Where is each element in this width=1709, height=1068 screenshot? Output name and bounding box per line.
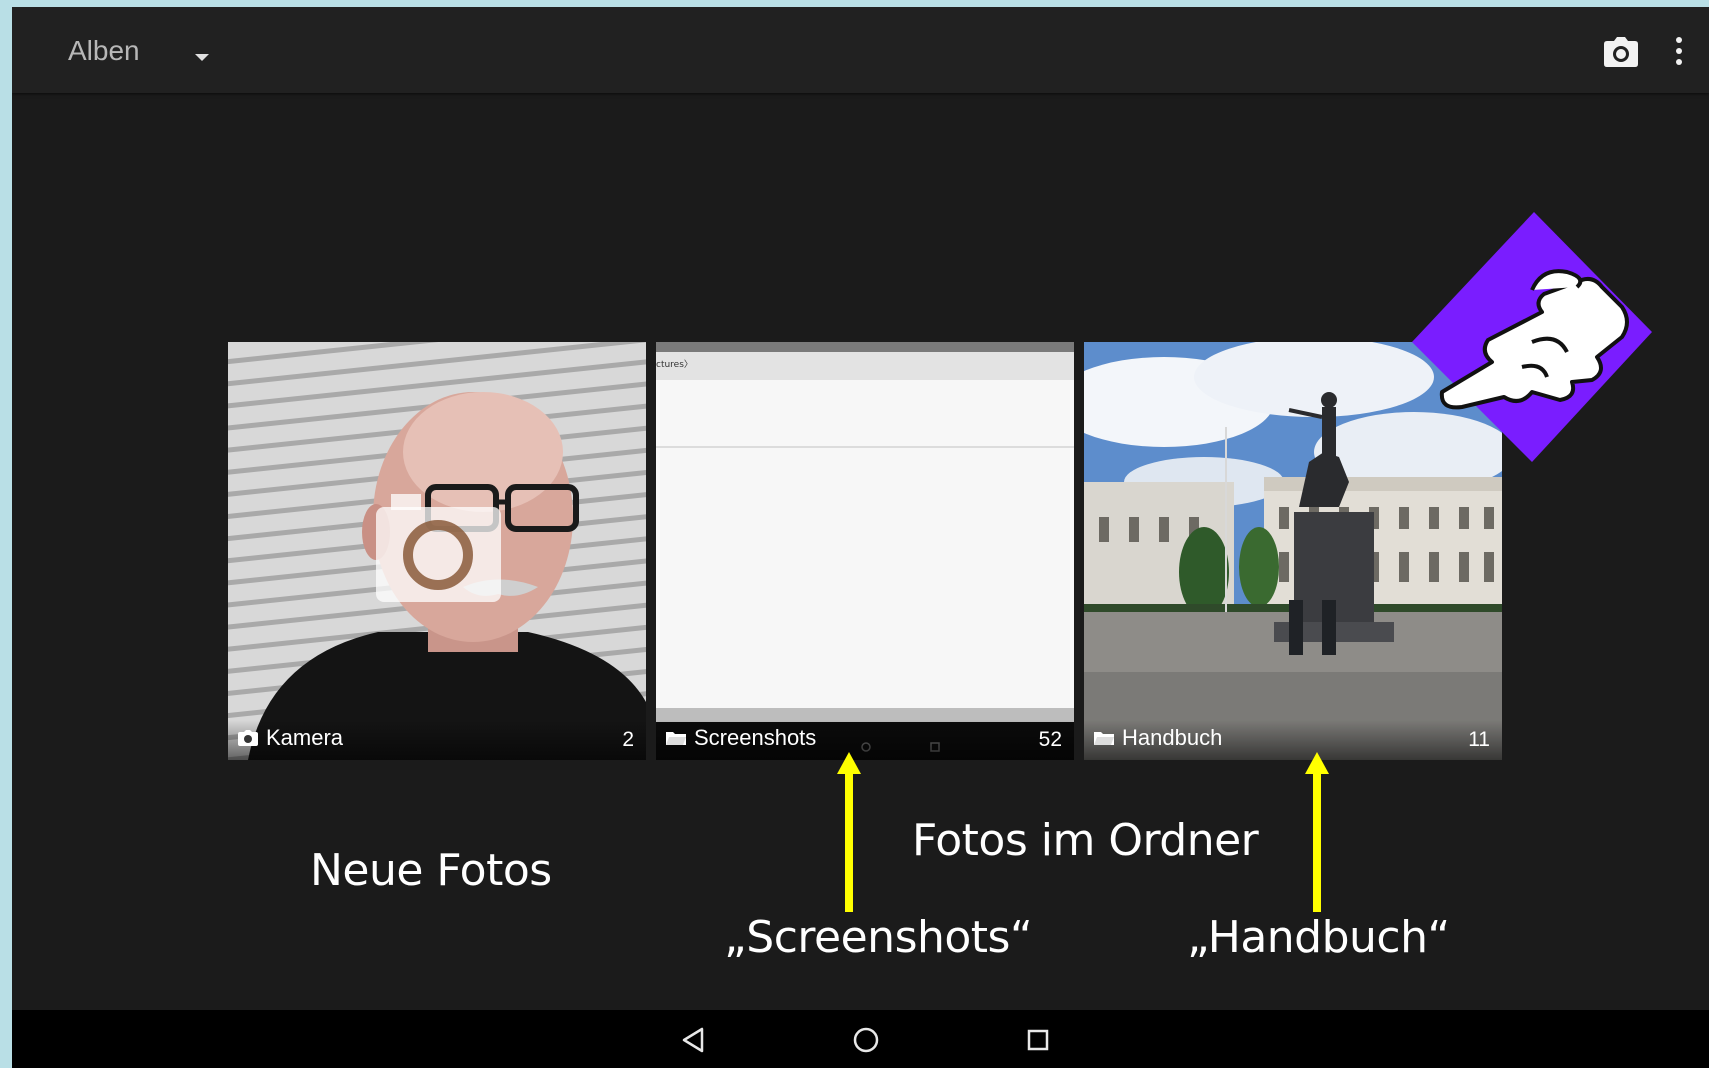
arrow-up-icon [837, 752, 861, 912]
more-vert-icon[interactable] [1672, 35, 1686, 67]
tablet-screen: Alben Kamera 2 ctures〉 Screenshots 52 Ha… [12, 7, 1709, 1068]
recents-square-icon[interactable] [1022, 1024, 1054, 1056]
album-name: Screenshots [694, 725, 817, 750]
album-count: 2 [622, 728, 634, 751]
selfie-photo-thumbnail [228, 342, 646, 760]
thumbnail-breadcrumb-text: ctures〉 [656, 360, 693, 370]
annotation-photos-in-folder: Fotos im Ordner [912, 815, 1259, 866]
folder-icon [666, 732, 686, 745]
pointing-hand-icon [1412, 212, 1652, 462]
system-navigation-bar [12, 1010, 1709, 1068]
back-triangle-icon[interactable] [678, 1024, 710, 1056]
album-selector-title[interactable]: Alben [68, 35, 140, 67]
annotation-new-photos: Neue Fotos [310, 845, 552, 896]
camera-icon[interactable] [1604, 37, 1638, 67]
album-count: 11 [1468, 728, 1490, 751]
folder-icon [1094, 732, 1114, 745]
app-bar: Alben [12, 7, 1709, 93]
album-caption: Kamera 2 [228, 720, 646, 760]
annotation-handbuch-label: „Handbuch“ [1187, 912, 1450, 963]
album-tile-screenshots[interactable]: ctures〉 Screenshots 52 [656, 342, 1074, 760]
home-circle-icon[interactable] [850, 1024, 882, 1056]
screenshot-thumbnail [656, 342, 1074, 760]
album-count: 52 [1038, 728, 1062, 751]
album-name: Handbuch [1122, 725, 1223, 750]
annotation-screenshots-label: „Screenshots“ [724, 912, 1033, 963]
album-caption: Screenshots 52 [656, 720, 1074, 760]
camera-icon [238, 730, 258, 746]
album-name: Kamera [266, 725, 344, 750]
caret-down-icon[interactable] [187, 43, 217, 73]
album-tile-kamera[interactable]: Kamera 2 [228, 342, 646, 760]
album-caption: Handbuch 11 [1084, 720, 1502, 760]
arrow-up-icon [1305, 752, 1329, 912]
